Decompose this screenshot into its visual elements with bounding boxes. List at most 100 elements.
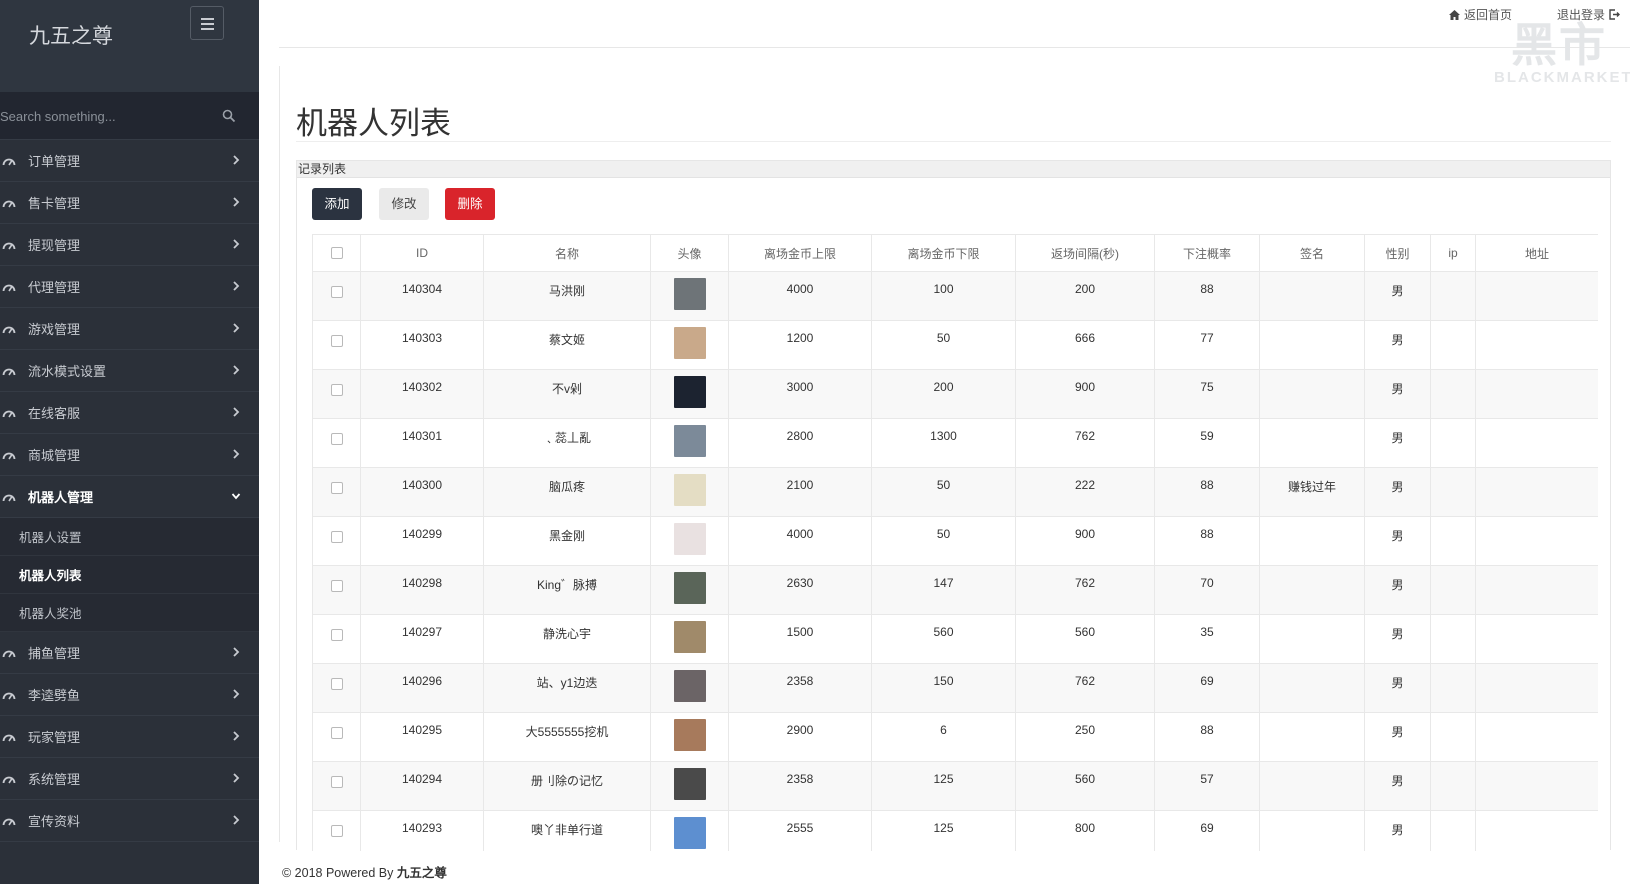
column-header[interactable]: 性别 xyxy=(1364,234,1431,272)
table-row[interactable]: 140299 黑金刚 4000 50 900 88 男 xyxy=(312,516,1598,566)
cell-addr xyxy=(1475,320,1598,370)
row-select-cell xyxy=(312,271,361,321)
column-header[interactable]: 下注概率 xyxy=(1154,234,1260,272)
avatar-cell xyxy=(650,761,729,811)
column-header[interactable]: 签名 xyxy=(1259,234,1365,272)
cell-min: 125 xyxy=(871,810,1016,851)
sidebar-item-6[interactable]: 流水模式设置 xyxy=(0,350,259,392)
cell-interval: 762 xyxy=(1015,418,1155,468)
column-header[interactable]: ip xyxy=(1430,234,1476,272)
sidebar-item-12[interactable]: 玩家管理 xyxy=(0,716,259,758)
row-checkbox[interactable] xyxy=(330,482,343,494)
table-row[interactable]: 140300 脑瓜疼 2100 50 222 88 赚钱过年男 xyxy=(312,467,1598,517)
search-icon[interactable] xyxy=(222,109,236,123)
footer-text: © 2018 Powered By xyxy=(282,866,397,880)
sidebar-item-5[interactable]: 游戏管理 xyxy=(0,308,259,350)
cell-ip xyxy=(1430,320,1476,370)
cell-min: 1300 xyxy=(871,418,1016,468)
sidebar-item-label: 流水模式设置 xyxy=(28,364,107,379)
avatar-cell xyxy=(650,369,729,419)
table-row[interactable]: 140303 蔡文姬 1200 50 666 77 男 xyxy=(312,320,1598,370)
row-checkbox[interactable] xyxy=(330,384,343,396)
cell-name: 大5555555挖机 xyxy=(483,712,651,762)
sidebar-item-11[interactable]: 李逵劈鱼 xyxy=(0,674,259,716)
sidebar-item-7[interactable]: 在线客服 xyxy=(0,392,259,434)
column-header[interactable]: 头像 xyxy=(650,234,729,272)
cell-interval: 560 xyxy=(1015,614,1155,664)
row-checkbox[interactable] xyxy=(330,629,343,641)
table-row[interactable]: 140298 King゛脉搏 2630 147 762 70 男 xyxy=(312,565,1598,615)
cell-id: 140298 xyxy=(360,565,484,615)
cell-ip xyxy=(1430,418,1476,468)
cell-name: 静洗心宇 xyxy=(483,614,651,664)
table-row[interactable]: 140304 马洪刚 4000 100 200 88 男 xyxy=(312,271,1598,321)
cell-min: 100 xyxy=(871,271,1016,321)
table-row[interactable]: 140297 静洗心宇 1500 560 560 35 男 xyxy=(312,614,1598,664)
table-row[interactable]: 140295 大5555555挖机 2900 6 250 88 男 xyxy=(312,712,1598,762)
table-row[interactable]: 140296 站、y1边迭 2358 150 762 69 男 xyxy=(312,663,1598,713)
cell-sign xyxy=(1259,614,1365,664)
edit-button[interactable]: 修改 xyxy=(379,188,429,220)
table-row[interactable]: 140301 ﹑蕊丄亂 2800 1300 762 59 男 xyxy=(312,418,1598,468)
row-checkbox[interactable] xyxy=(330,776,343,788)
row-checkbox[interactable] xyxy=(330,433,343,445)
sidebar-item-14[interactable]: 宣传资料 xyxy=(0,800,259,842)
submenu-item-2[interactable]: 机器人列表 xyxy=(0,556,259,594)
cell-addr xyxy=(1475,418,1598,468)
cell-max: 4000 xyxy=(728,516,872,566)
avatar xyxy=(673,474,706,506)
row-checkbox[interactable] xyxy=(330,531,343,543)
cell-gender: 男 xyxy=(1364,712,1431,762)
cell-gender: 男 xyxy=(1364,761,1431,811)
column-header[interactable]: 返场间隔(秒) xyxy=(1015,234,1155,272)
cell-ip xyxy=(1430,467,1476,517)
cell-prob: 59 xyxy=(1154,418,1260,468)
table-row[interactable]: 140302 不v剁 3000 200 900 75 男 xyxy=(312,369,1598,419)
row-checkbox[interactable] xyxy=(330,580,343,592)
divider xyxy=(296,141,1611,142)
sidebar-item-13[interactable]: 系统管理 xyxy=(0,758,259,800)
row-checkbox[interactable] xyxy=(330,727,343,739)
row-checkbox[interactable] xyxy=(330,825,343,837)
cell-gender: 男 xyxy=(1364,271,1431,321)
column-header[interactable]: 名称 xyxy=(483,234,651,272)
footer-brand[interactable]: 九五之尊 xyxy=(397,866,447,880)
column-header[interactable]: 离场金币上限 xyxy=(728,234,872,272)
sidebar-item-10[interactable]: 捕鱼管理 xyxy=(0,632,259,674)
brand-title[interactable]: 九五之尊 xyxy=(29,20,113,50)
cell-interval: 900 xyxy=(1015,369,1155,419)
cell-id: 140304 xyxy=(360,271,484,321)
delete-button[interactable]: 删除 xyxy=(445,188,495,220)
row-checkbox[interactable] xyxy=(330,678,343,690)
menu-toggle-button[interactable] xyxy=(190,6,224,40)
cell-min: 150 xyxy=(871,663,1016,713)
column-header[interactable]: 地址 xyxy=(1475,234,1598,272)
cell-min: 560 xyxy=(871,614,1016,664)
cell-interval: 200 xyxy=(1015,271,1155,321)
column-header[interactable]: ID xyxy=(360,234,484,272)
sidebar-item-4[interactable]: 代理管理 xyxy=(0,266,259,308)
row-checkbox[interactable] xyxy=(330,335,343,347)
avatar xyxy=(673,523,706,555)
row-checkbox[interactable] xyxy=(330,286,343,298)
avatar xyxy=(673,768,706,800)
row-select-cell xyxy=(312,614,361,664)
select-all-checkbox[interactable] xyxy=(330,246,343,259)
sidebar-item-2[interactable]: 售卡管理 xyxy=(0,182,259,224)
dashboard-icon xyxy=(2,650,16,657)
sidebar-item-8[interactable]: 商城管理 xyxy=(0,434,259,476)
sidebar-item-1[interactable]: 订单管理 xyxy=(0,140,259,182)
avatar-cell xyxy=(650,565,729,615)
search-input[interactable] xyxy=(0,92,210,140)
hamburger-icon-line xyxy=(201,23,214,25)
column-header[interactable]: 离场金币下限 xyxy=(871,234,1016,272)
submenu-item-1[interactable]: 机器人设置 xyxy=(0,518,259,556)
table-row[interactable]: 140293 噢丫非单行道 2555 125 800 69 男 xyxy=(312,810,1598,851)
add-button[interactable]: 添加 xyxy=(312,188,362,220)
submenu-item-3[interactable]: 机器人奖池 xyxy=(0,594,259,632)
table-row[interactable]: 140294 册刂除の记忆 2358 125 560 57 男 xyxy=(312,761,1598,811)
dashboard-icon xyxy=(2,284,16,291)
sidebar-item-3[interactable]: 提现管理 xyxy=(0,224,259,266)
sidebar-item-9[interactable]: 机器人管理 xyxy=(0,476,259,518)
avatar xyxy=(673,425,706,457)
